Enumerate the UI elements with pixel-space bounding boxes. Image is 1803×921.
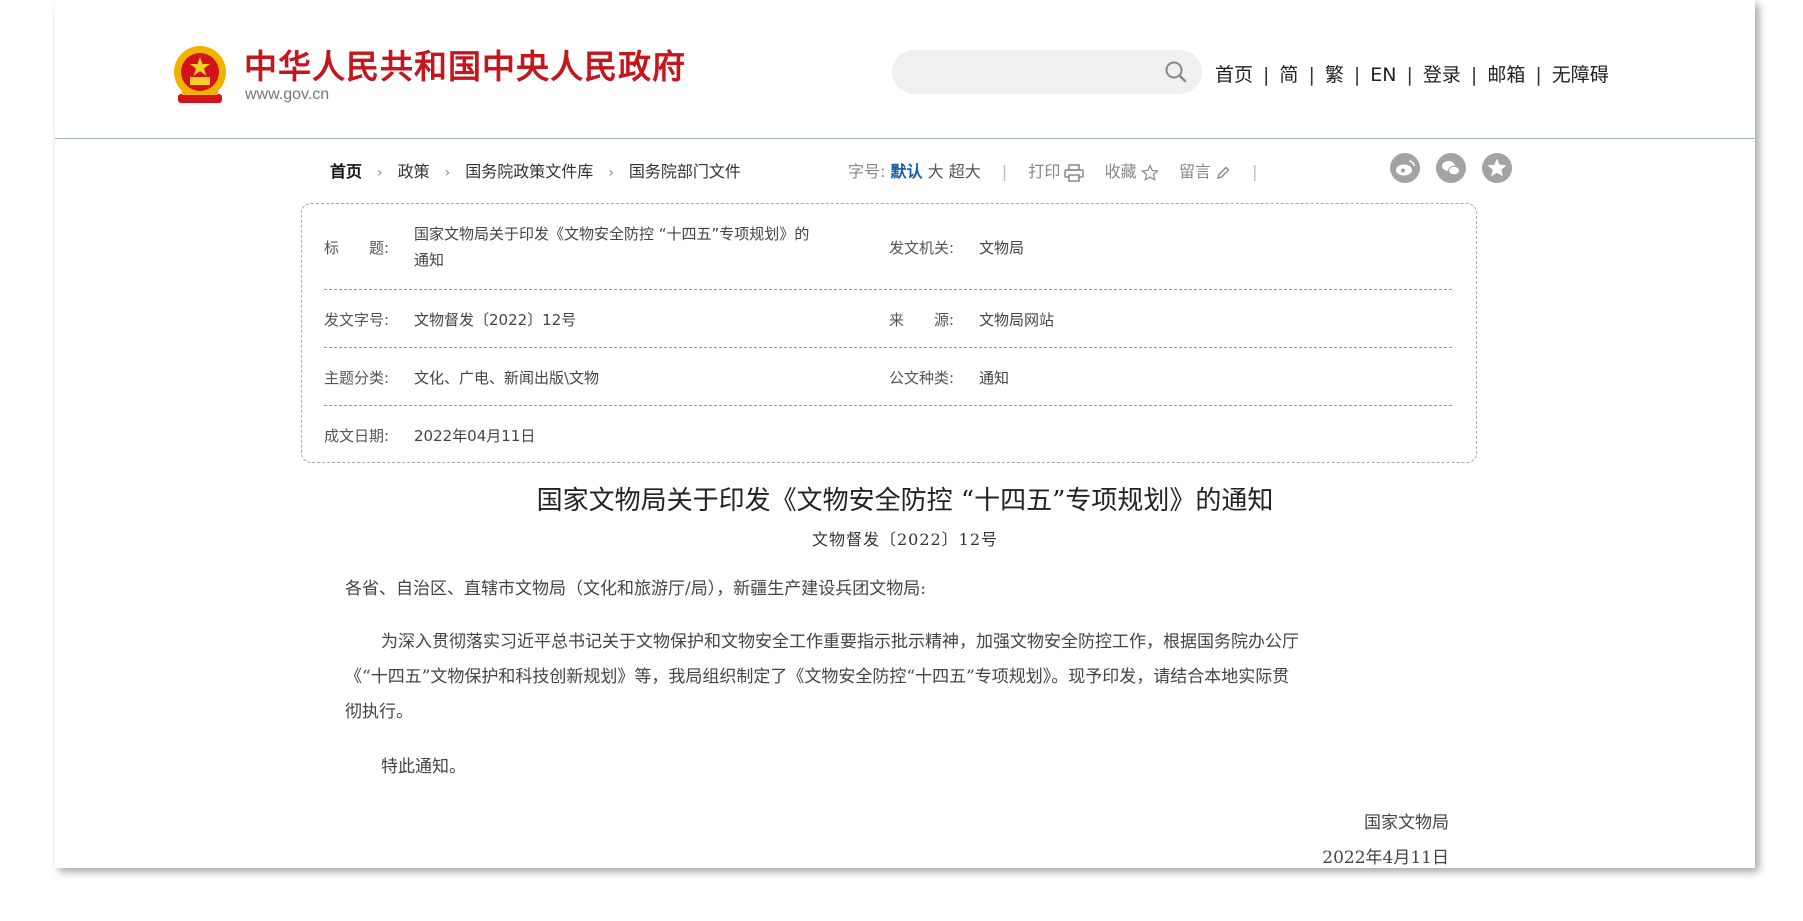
issuer-value: 文物局	[979, 239, 1025, 257]
breadcrumb-department-docs[interactable]: 国务院部门文件	[629, 162, 741, 181]
type-value: 通知	[979, 369, 1010, 387]
font-xlarge-button[interactable]: 超大	[949, 162, 981, 181]
article-sign-date: 2022年4月11日	[1322, 848, 1449, 868]
info-row-title: 标 题: 国家文物局关于印发《文物安全防控 “十四五”专项规划》的 通知 发文机…	[324, 204, 1452, 290]
search-input[interactable]	[892, 50, 1202, 94]
nav-accessibility[interactable]: 无障碍	[1552, 64, 1609, 86]
favorite-label: 收藏	[1104, 162, 1137, 181]
breadcrumb-policy[interactable]: 政策	[398, 162, 430, 181]
comment-label: 留言	[1179, 162, 1212, 181]
info-row-date: 成文日期: 2022年04月11日	[324, 406, 1452, 462]
weibo-icon[interactable]	[1390, 153, 1420, 183]
favorite-button[interactable]: 收藏	[1105, 162, 1159, 181]
nav-mail[interactable]: 邮箱	[1487, 64, 1525, 86]
docno-label: 发文字号:	[324, 311, 390, 329]
nav-separator: |	[1308, 64, 1315, 86]
title-value-line2: 通知	[414, 251, 445, 269]
site-url[interactable]: www.gov.cn	[245, 86, 329, 104]
toolbar-separator: |	[1252, 162, 1258, 181]
page: 中华人民共和国中央人民政府 www.gov.cn 首页 | 简 | 繁 | EN | 登录 | 邮箱…	[55, 0, 1755, 868]
comment-button[interactable]: 留言	[1179, 162, 1231, 181]
date-value: 2022年04月11日	[414, 427, 536, 445]
pencil-icon	[1217, 166, 1230, 179]
chevron-right-icon: ›	[444, 165, 451, 181]
article-doc-number: 文物督发〔2022〕12号	[811, 530, 999, 549]
site-title[interactable]: 中华人民共和国中央人民政府	[244, 40, 686, 88]
docno-value: 文物督发〔2022〕12号	[414, 311, 577, 329]
date-label: 成文日期:	[324, 427, 390, 445]
title-value-line1: 国家文物局关于印发《文物安全防控 “十四五”专项规划》的	[414, 225, 810, 243]
article-closing: 特此通知。	[381, 757, 466, 777]
printer-icon	[1064, 163, 1085, 182]
nav-english[interactable]: EN	[1370, 64, 1396, 86]
search-icon[interactable]	[1164, 60, 1188, 84]
nav-traditional[interactable]: 繁	[1325, 64, 1344, 86]
font-default-button[interactable]: 默认	[891, 162, 923, 181]
article-signature: 国家文物局	[1364, 813, 1449, 833]
topic-value: 文化、广电、新闻出版\文物	[414, 369, 600, 387]
article-body-line: 为深入贯彻落实习近平总书记关于文物保护和文物安全工作重要指示批示精神，加强文物安…	[381, 632, 1299, 652]
wechat-icon[interactable]	[1436, 153, 1466, 183]
font-large-button[interactable]: 大	[928, 162, 944, 181]
issuer-label: 发文机关:	[889, 239, 955, 257]
article-body: 为深入贯彻落实习近平总书记关于文物保护和文物安全工作重要指示批示精神，加强文物安…	[345, 625, 1475, 730]
chevron-right-icon: ›	[608, 165, 614, 181]
topic-label: 主题分类:	[324, 369, 390, 387]
nav-separator: |	[1406, 64, 1413, 86]
toolbar-separator: |	[1001, 162, 1008, 181]
font-size-label: 字号:	[848, 162, 886, 181]
nav-login[interactable]: 登录	[1423, 64, 1461, 86]
source-value: 文物局网站	[979, 311, 1055, 329]
document-info-box: 标 题: 国家文物局关于印发《文物安全防控 “十四五”专项规划》的 通知 发文机…	[301, 203, 1477, 463]
article-toolbar: 字号: 默认 大 超大 | 打印 收藏 留言 |	[848, 158, 1274, 182]
nav-separator: |	[1470, 64, 1478, 86]
article-body-line: 彻执行。	[345, 702, 413, 722]
top-nav: 首页 | 简 | 繁 | EN | 登录 | 邮箱 | 无障碍	[1215, 60, 1609, 87]
info-row-topic: 主题分类: 文化、广电、新闻出版\文物 公文种类: 通知	[324, 348, 1452, 406]
breadcrumb: 首页 › 政策 › 国务院政策文件库 › 国务院部门文件	[330, 158, 741, 182]
print-button[interactable]: 打印	[1028, 162, 1085, 182]
nav-simplified[interactable]: 简	[1279, 64, 1298, 86]
breadcrumb-home[interactable]: 首页	[330, 162, 362, 181]
type-label: 公文种类:	[889, 369, 955, 387]
title-value: 国家文物局关于印发《文物安全防控 “十四五”专项规划》的 通知	[414, 221, 809, 273]
article-salutation: 各省、自治区、直辖市文物局（文化和旅游厅/局），新疆生产建设兵团文物局:	[345, 579, 926, 599]
site-header: 中华人民共和国中央人民政府 www.gov.cn 首页 | 简 | 繁 | EN | 登录 | 邮箱…	[55, 0, 1755, 139]
print-label: 打印	[1028, 162, 1061, 181]
star-outline-icon	[1140, 163, 1159, 181]
article-body-line: 《“十四五”文物保护和科技创新规划》等，我局组织制定了《文物安全防控“十四五”专…	[345, 667, 1290, 687]
source-label: 来 源:	[889, 311, 955, 329]
national-emblem-icon[interactable]	[171, 44, 229, 106]
chevron-right-icon: ›	[377, 165, 383, 181]
breadcrumb-policy-library[interactable]: 国务院政策文件库	[465, 162, 593, 181]
nav-separator: |	[1353, 64, 1361, 86]
nav-separator: |	[1535, 64, 1542, 86]
nav-separator: |	[1263, 64, 1270, 86]
nav-home[interactable]: 首页	[1215, 64, 1253, 86]
article-title: 国家文物局关于印发《文物安全防控 “十四五”专项规划》的通知	[536, 486, 1274, 516]
title-label: 标 题:	[324, 239, 390, 257]
info-row-docno: 发文字号: 文物督发〔2022〕12号 来 源: 文物局网站	[324, 290, 1452, 348]
star-share-icon[interactable]	[1482, 153, 1512, 183]
